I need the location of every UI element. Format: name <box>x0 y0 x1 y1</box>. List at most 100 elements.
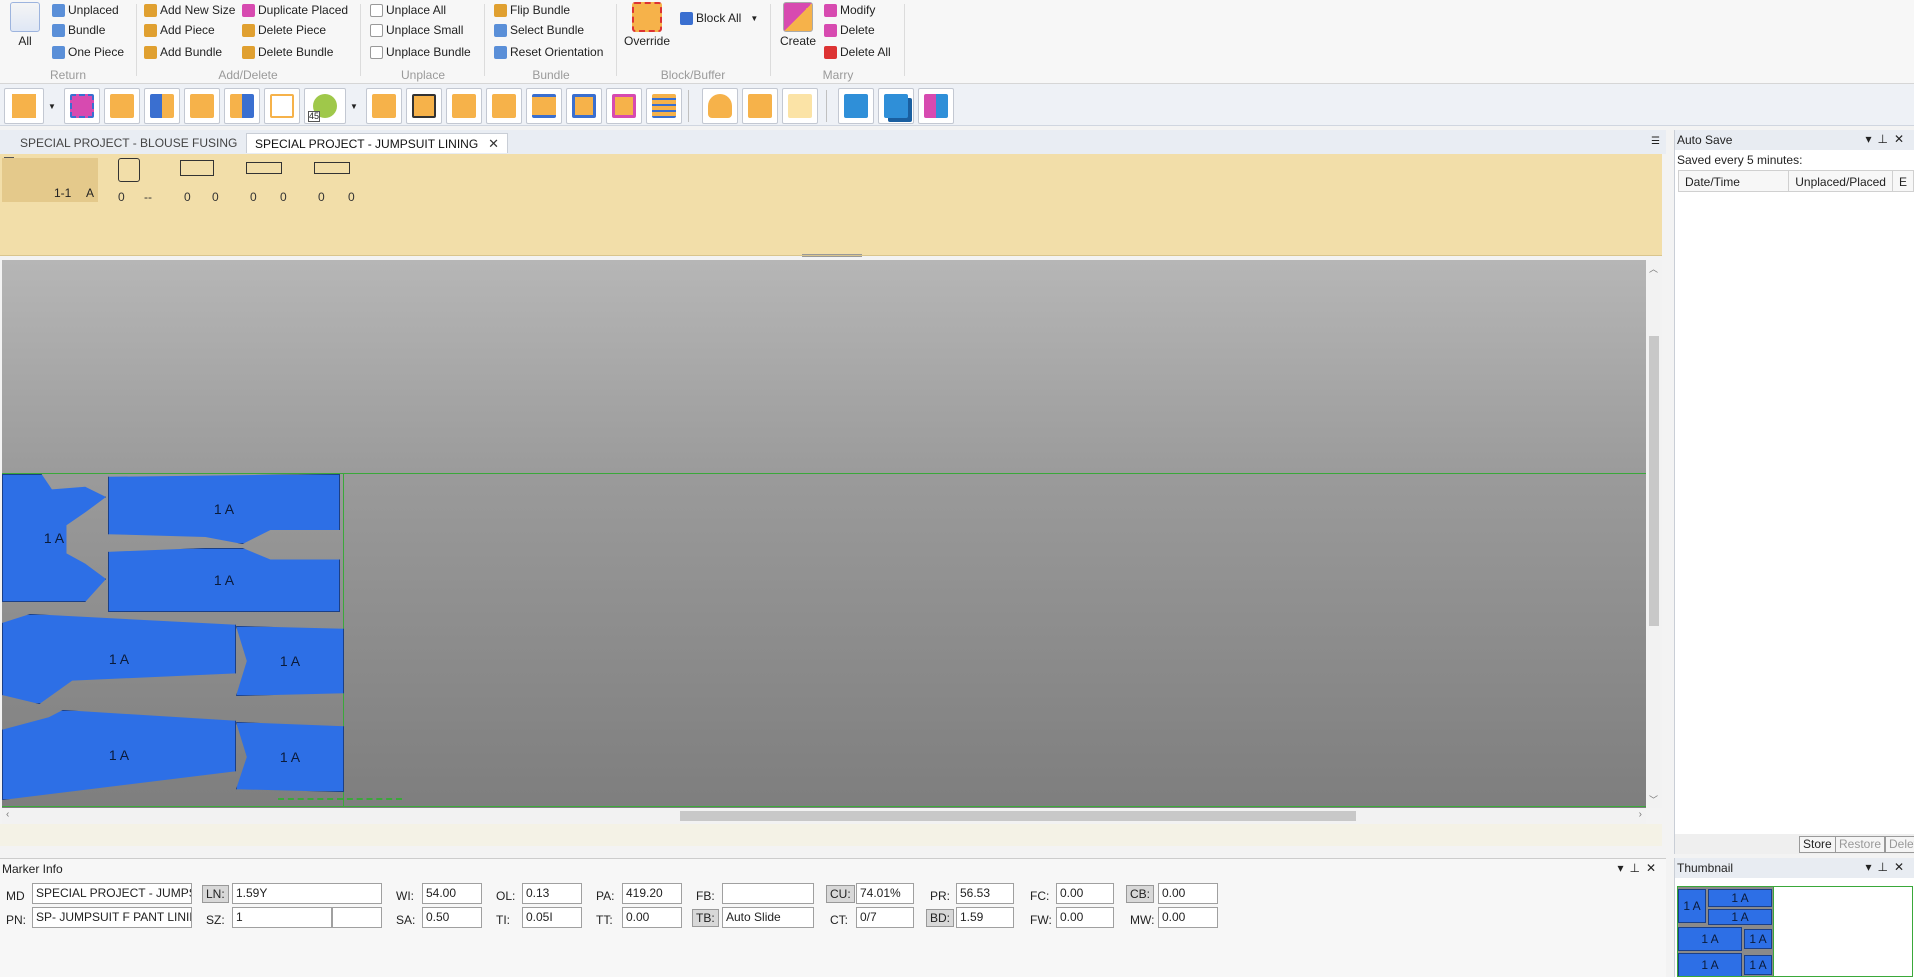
ti-field[interactable]: 0.05I <box>522 907 582 928</box>
marry-delete-button[interactable]: Delete <box>824 20 875 40</box>
fw-field[interactable]: 0.00 <box>1056 907 1114 928</box>
fc-field[interactable]: 0.00 <box>1056 883 1114 904</box>
ct-field[interactable]: 0/7 <box>856 907 914 928</box>
view-split-button[interactable] <box>918 88 954 124</box>
fb-field[interactable] <box>722 883 814 904</box>
marry-delete-all-button[interactable]: Delete All <box>824 42 891 62</box>
tab-blouse-fusing[interactable]: SPECIAL PROJECT - BLOUSE FUSING ✕ <box>12 133 266 153</box>
swap-dropdown-chevron-icon[interactable]: ▼ <box>48 102 56 111</box>
panel-menu-icon[interactable]: ▾ <box>1865 132 1877 146</box>
tb-field[interactable]: Auto Slide <box>722 907 814 928</box>
select-pieces-button[interactable] <box>64 88 100 124</box>
close-icon[interactable]: ✕ <box>1894 860 1910 874</box>
return-bundle-button[interactable]: Bundle <box>52 20 105 40</box>
scroll-left-icon[interactable]: ‹ <box>6 809 9 820</box>
select-bundle-button[interactable]: Select Bundle <box>494 20 584 40</box>
sz-extra-field[interactable] <box>332 907 382 928</box>
override-button[interactable]: Override <box>622 2 672 48</box>
delete-button[interactable]: Delete <box>1885 836 1914 853</box>
flip-bundle-button[interactable]: Flip Bundle <box>494 0 570 20</box>
scroll-up-icon[interactable]: ︿ <box>1649 262 1658 275</box>
size-row-selector[interactable]: 1-1 A <box>2 158 98 202</box>
pn-field[interactable]: SP- JUMPSUIT F PANT LINING <box>32 907 192 928</box>
copy-piece-button[interactable] <box>366 88 402 124</box>
wi-field[interactable]: 54.00 <box>422 883 482 904</box>
delete-bundle-button[interactable]: Delete Bundle <box>242 42 333 62</box>
swap-horizontal-button[interactable] <box>4 88 44 124</box>
rotate-dropdown-chevron-icon[interactable]: ▼ <box>350 102 358 111</box>
marry-modify-button[interactable]: Modify <box>824 0 875 20</box>
scroll-down-icon[interactable]: ﹀ <box>1649 793 1658 806</box>
restore-button[interactable]: Restore <box>1835 836 1886 853</box>
view-single-button[interactable] <box>838 88 874 124</box>
bd-field[interactable]: 1.59 <box>956 907 1014 928</box>
column-header-unplaced[interactable]: Unplaced/Placed <box>1789 171 1893 191</box>
scroll-right-icon[interactable]: › <box>1639 809 1642 820</box>
md-field[interactable]: SPECIAL PROJECT - JUMPSUIT <box>32 883 192 904</box>
reset-orientation-button[interactable]: Reset Orientation <box>494 42 603 62</box>
slide-left-button[interactable] <box>184 88 220 124</box>
duplicate-placed-button[interactable]: Duplicate Placed <box>242 0 348 20</box>
pin-icon[interactable]: ⊥ <box>1629 861 1645 875</box>
close-icon[interactable]: ✕ <box>488 136 499 152</box>
ln-field[interactable]: 1.59Y <box>232 883 382 904</box>
vertical-scroll-thumb[interactable] <box>1649 336 1659 626</box>
column-header-extra[interactable]: E <box>1893 171 1913 191</box>
bucket-button[interactable] <box>702 88 738 124</box>
pa-field[interactable]: 419.20 <box>622 883 682 904</box>
store-button[interactable]: Store <box>1799 836 1836 853</box>
sa-field[interactable]: 0.50 <box>422 907 482 928</box>
fold-button[interactable] <box>486 88 522 124</box>
cu-field[interactable]: 74.01% <box>856 883 914 904</box>
ruler-button[interactable] <box>144 88 180 124</box>
align-top-button[interactable] <box>526 88 562 124</box>
diamond-button[interactable] <box>566 88 602 124</box>
horizontal-scrollbar[interactable]: ‹ › <box>2 808 1646 824</box>
vertical-scrollbar[interactable]: ︿ ﹀ <box>1646 260 1662 808</box>
rotate-button[interactable]: 45 <box>304 88 346 124</box>
grid-button[interactable] <box>646 88 682 124</box>
delete-piece-button[interactable]: Delete Piece <box>242 20 326 40</box>
marker-canvas[interactable]: 1 A 1 A 1 A 1 A 1 A 1 A 1 A <box>2 260 1646 808</box>
view-overlap-button[interactable] <box>878 88 914 124</box>
close-icon[interactable]: ✕ <box>1894 132 1910 146</box>
panel-menu-icon[interactable]: ▾ <box>1617 861 1629 875</box>
close-icon[interactable]: ✕ <box>1646 861 1662 875</box>
sz-field[interactable]: 1 <box>232 907 332 928</box>
panel-menu-icon[interactable]: ▾ <box>1865 860 1877 874</box>
unplace-small-button[interactable]: Unplace Small <box>370 20 463 40</box>
unplace-all-button[interactable]: Unplace All <box>370 0 446 20</box>
marker-piece[interactable]: 1 A <box>236 722 344 792</box>
return-all-button[interactable]: All <box>8 2 42 48</box>
add-piece-button[interactable]: Add Piece <box>144 20 215 40</box>
scissors-button[interactable] <box>446 88 482 124</box>
tt-field[interactable]: 0.00 <box>622 907 682 928</box>
thumbnail-view[interactable]: 1 A 1 A 1 A 1 A 1 A 1 A 1 A <box>1677 886 1913 977</box>
flip-button[interactable] <box>264 88 300 124</box>
block-all-dropdown[interactable]: Block All ▼ <box>680 8 758 28</box>
tab-jumpsuit-lining[interactable]: SPECIAL PROJECT - JUMPSUIT LINING ✕ <box>246 133 509 153</box>
add-bundle-button[interactable]: Add Bundle <box>144 42 222 62</box>
marker-piece[interactable]: 1 A <box>236 626 344 696</box>
return-one-piece-button[interactable]: One Piece <box>52 42 124 62</box>
column-header-datetime[interactable]: Date/Time <box>1679 171 1790 191</box>
mw-field[interactable]: 0.00 <box>1158 907 1218 928</box>
pr-field[interactable]: 56.53 <box>956 883 1014 904</box>
return-unplaced-button[interactable]: Unplaced <box>52 0 119 20</box>
warning-button[interactable] <box>742 88 778 124</box>
pin-icon[interactable]: ⊥ <box>1877 860 1893 874</box>
unplace-bundle-button[interactable]: Unplace Bundle <box>370 42 471 62</box>
add-new-size-button[interactable]: Add New Size <box>144 0 235 20</box>
bar-chart-button[interactable] <box>224 88 260 124</box>
buffer-button[interactable] <box>406 88 442 124</box>
pin-icon[interactable]: ⊥ <box>1877 132 1893 146</box>
overlap-button[interactable] <box>606 88 642 124</box>
splitter-handle[interactable] <box>802 254 862 257</box>
cb-field[interactable]: 0.00 <box>1158 883 1218 904</box>
warning-outline-button[interactable] <box>782 88 818 124</box>
horizontal-scroll-thumb[interactable] <box>680 811 1356 821</box>
tab-overflow-menu-icon[interactable]: ☰ <box>1651 136 1660 147</box>
ol-field[interactable]: 0.13 <box>522 883 582 904</box>
move-left-button[interactable] <box>104 88 140 124</box>
marry-create-button[interactable]: Create <box>776 2 820 48</box>
